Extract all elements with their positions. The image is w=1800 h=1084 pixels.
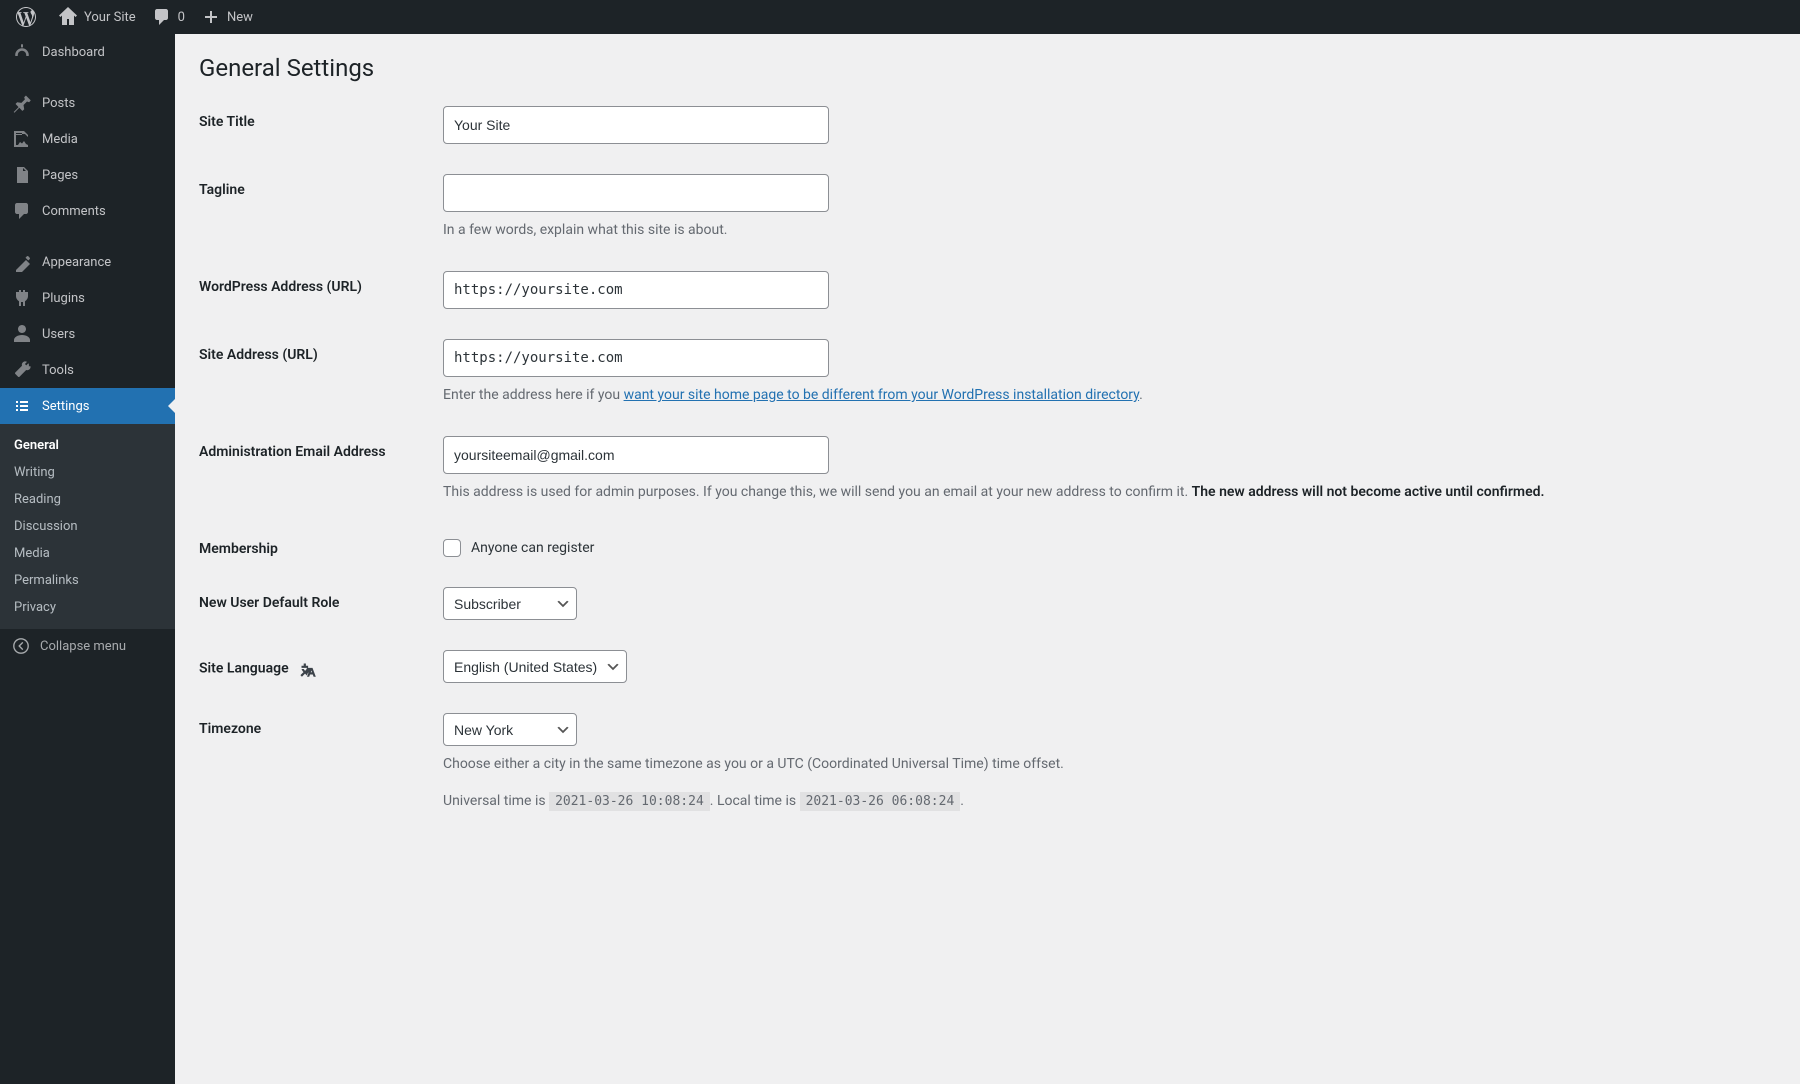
membership-label: Membership <box>199 533 443 557</box>
menu-settings[interactable]: Settings <box>0 388 175 424</box>
admin-email-description: This address is used for admin purposes.… <box>443 482 1780 503</box>
site-address-label: Site Address (URL) <box>199 339 443 363</box>
site-address-input[interactable] <box>443 339 829 377</box>
local-time: 2021-03-26 06:08:24 <box>800 792 961 811</box>
settings-submenu: General Writing Reading Discussion Media… <box>0 424 175 629</box>
tagline-description: In a few words, explain what this site i… <box>443 220 1780 241</box>
admin-email-input[interactable] <box>443 436 829 474</box>
appearance-icon <box>12 252 32 272</box>
submenu-media[interactable]: Media <box>0 540 175 567</box>
comments-link[interactable]: 0 <box>144 0 193 34</box>
wp-address-input[interactable] <box>443 271 829 309</box>
submenu-discussion[interactable]: Discussion <box>0 513 175 540</box>
timezone-description: Choose either a city in the same timezon… <box>443 754 1780 775</box>
media-icon <box>12 129 32 149</box>
settings-icon <box>12 396 32 416</box>
comments-count: 0 <box>178 10 185 25</box>
new-content-link[interactable]: New <box>193 0 261 34</box>
wordpress-icon <box>16 7 36 27</box>
admin-toolbar: Your Site 0 New <box>0 0 1800 34</box>
tagline-input[interactable] <box>443 174 829 212</box>
site-language-select[interactable]: English (United States) <box>443 650 627 683</box>
site-name-link[interactable]: Your Site <box>50 0 144 34</box>
site-language-label: Site Language <box>199 650 443 680</box>
site-title-input[interactable] <box>443 106 829 144</box>
submenu-general[interactable]: General <box>0 432 175 459</box>
menu-tools[interactable]: Tools <box>0 352 175 388</box>
pin-icon <box>12 93 32 113</box>
timezone-times: Universal time is 2021-03-26 10:08:24. L… <box>443 791 1780 812</box>
timezone-label: Timezone <box>199 713 443 737</box>
collapse-icon <box>12 637 30 655</box>
comment-icon <box>152 7 172 27</box>
submenu-permalinks[interactable]: Permalinks <box>0 567 175 594</box>
wp-address-label: WordPress Address (URL) <box>199 271 443 295</box>
plugins-icon <box>12 288 32 308</box>
admin-email-label: Administration Email Address <box>199 436 443 460</box>
default-role-select[interactable]: Subscriber <box>443 587 577 620</box>
site-title-label: Site Title <box>199 106 443 130</box>
tagline-label: Tagline <box>199 174 443 198</box>
tools-icon <box>12 360 32 380</box>
page-title: General Settings <box>199 54 1780 82</box>
collapse-menu[interactable]: Collapse menu <box>0 629 175 663</box>
users-icon <box>12 324 32 344</box>
plus-icon <box>201 7 221 27</box>
menu-users[interactable]: Users <box>0 316 175 352</box>
home-icon <box>58 7 78 27</box>
main-content: General Settings Site Title Tagline In a… <box>175 34 1800 882</box>
menu-appearance[interactable]: Appearance <box>0 244 175 280</box>
utc-time: 2021-03-26 10:08:24 <box>549 792 710 811</box>
site-address-description: Enter the address here if you want your … <box>443 385 1780 406</box>
timezone-select[interactable]: New York <box>443 713 577 746</box>
site-name-text: Your Site <box>84 10 136 25</box>
menu-dashboard[interactable]: Dashboard <box>0 34 175 70</box>
menu-plugins[interactable]: Plugins <box>0 280 175 316</box>
wp-logo[interactable] <box>8 0 50 34</box>
admin-sidebar: Dashboard Posts Media Pages Comments App… <box>0 34 175 1084</box>
submenu-reading[interactable]: Reading <box>0 486 175 513</box>
menu-pages[interactable]: Pages <box>0 157 175 193</box>
membership-checkbox[interactable] <box>443 539 461 557</box>
menu-media[interactable]: Media <box>0 121 175 157</box>
submenu-writing[interactable]: Writing <box>0 459 175 486</box>
menu-posts[interactable]: Posts <box>0 85 175 121</box>
comments-icon <box>12 201 32 221</box>
membership-checkbox-label[interactable]: Anyone can register <box>471 540 594 556</box>
pages-icon <box>12 165 32 185</box>
menu-comments[interactable]: Comments <box>0 193 175 229</box>
submenu-privacy[interactable]: Privacy <box>0 594 175 621</box>
translate-icon <box>296 658 318 680</box>
site-address-help-link[interactable]: want your site home page to be different… <box>624 387 1140 403</box>
default-role-label: New User Default Role <box>199 587 443 611</box>
dashboard-icon <box>12 42 32 62</box>
new-label: New <box>227 10 253 25</box>
